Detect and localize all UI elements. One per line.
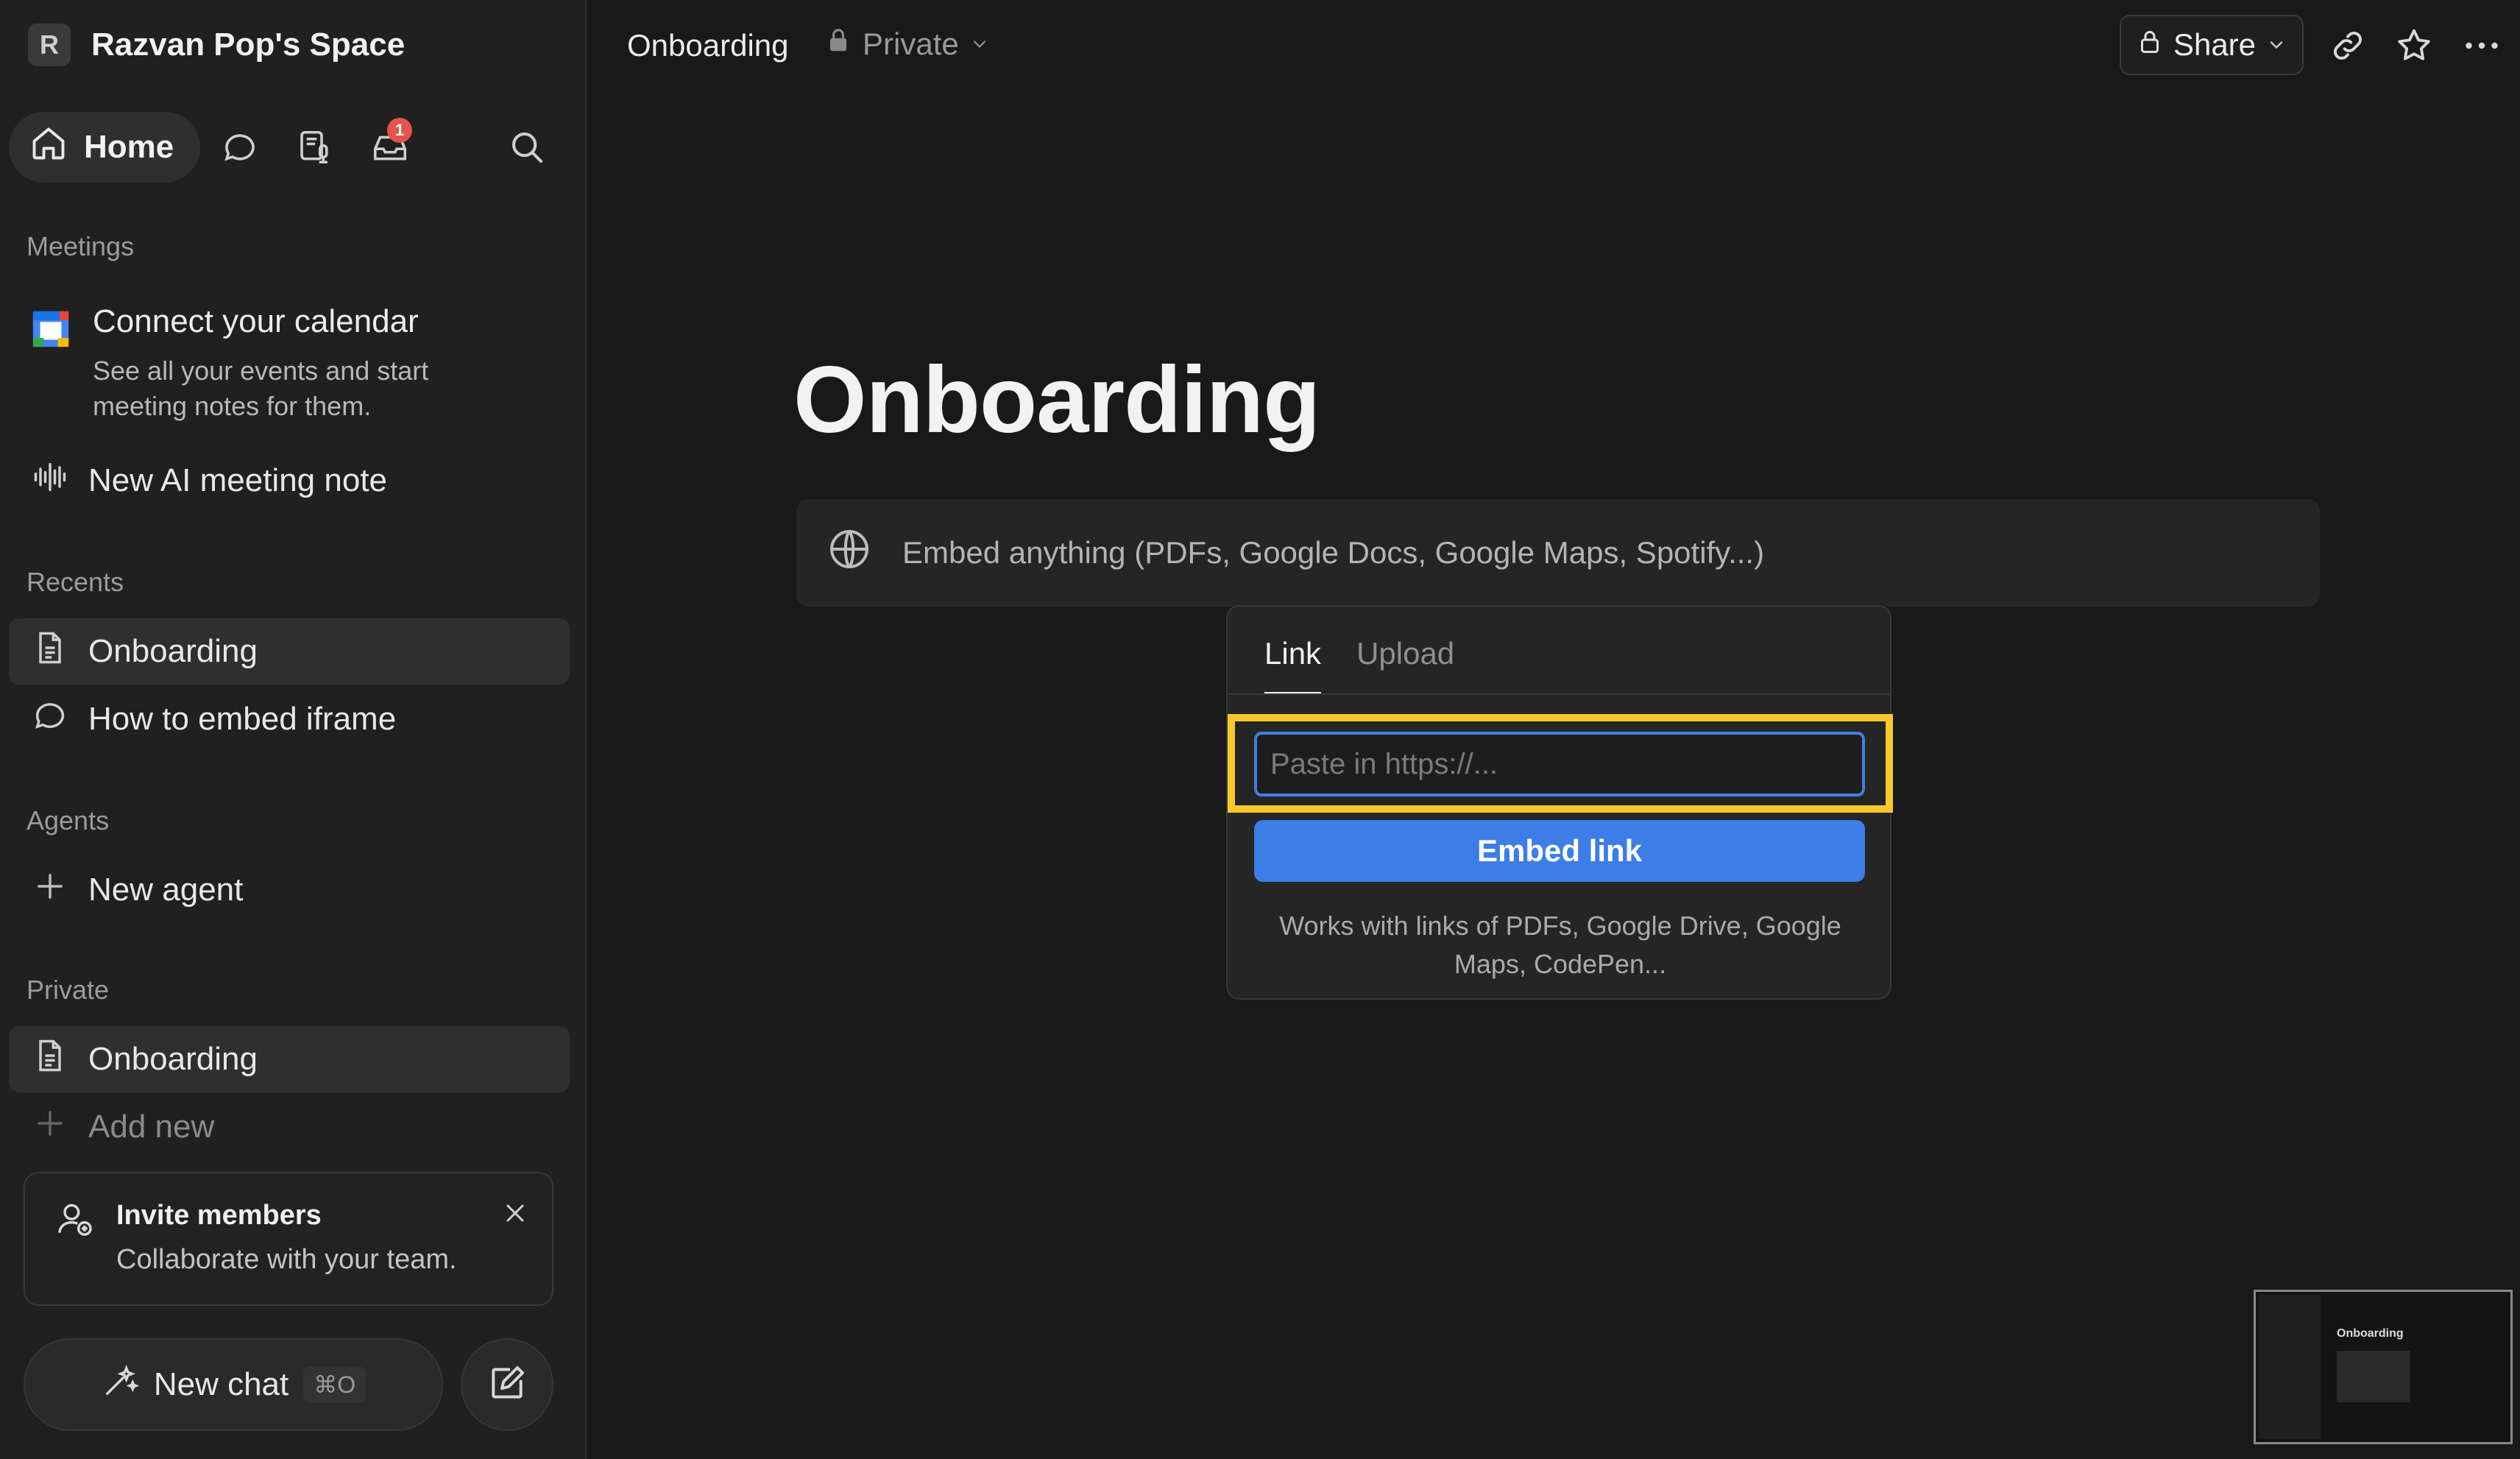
embed-block[interactable]: Embed anything (PDFs, Google Docs, Googl… <box>796 499 2320 607</box>
invite-members-card[interactable]: Invite members Collaborate with your tea… <box>24 1172 553 1306</box>
compose-button[interactable] <box>461 1338 553 1431</box>
add-user-icon <box>54 1198 96 1243</box>
new-chat-shortcut: ⌘O <box>303 1366 367 1403</box>
embed-tabs: Link Upload <box>1264 636 1454 695</box>
chevron-down-icon <box>969 27 990 62</box>
star-icon[interactable] <box>2392 24 2436 68</box>
breadcrumb-page-title[interactable]: Onboarding <box>627 28 789 63</box>
new-chat-button[interactable]: New chat ⌘O <box>24 1338 443 1431</box>
connect-calendar-title: Connect your calendar <box>93 303 419 339</box>
chat-bubble-icon <box>31 696 69 743</box>
agents-section-label: Agents <box>26 805 110 836</box>
recent-item-label: Onboarding <box>88 633 258 669</box>
chevron-down-icon <box>2266 27 2287 63</box>
share-label: Share <box>2173 27 2257 62</box>
lock-icon <box>824 27 852 62</box>
recent-item-label: How to embed iframe <box>88 701 397 737</box>
connect-calendar-description: See all your events and start meeting no… <box>93 356 429 421</box>
workspace-avatar: R <box>28 24 71 66</box>
embed-block-placeholder: Embed anything (PDFs, Google Docs, Googl… <box>902 535 1765 570</box>
embed-popup: Link Upload Embed link Works with links … <box>1226 605 1893 1000</box>
new-ai-meeting-note-label: New AI meeting note <box>88 462 388 498</box>
recent-item-how-to-embed-iframe[interactable]: How to embed iframe <box>9 686 570 752</box>
recent-item-onboarding[interactable]: Onboarding <box>9 618 570 685</box>
copy-link-icon[interactable] <box>2326 24 2370 68</box>
google-calendar-icon <box>29 308 72 354</box>
home-icon <box>29 124 68 171</box>
minimap-thumbnail[interactable]: Onboarding <box>2254 1290 2513 1444</box>
chat-icon[interactable] <box>216 124 263 171</box>
invite-members-subtitle: Collaborate with your team. <box>116 1244 457 1275</box>
page-title[interactable]: Onboarding <box>793 346 1320 454</box>
embed-hint: Works with links of PDFs, Google Drive, … <box>1279 911 1841 979</box>
embed-url-input[interactable] <box>1254 732 1865 796</box>
new-ai-meeting-note[interactable]: New AI meeting note <box>9 448 570 514</box>
recents-section-label: Recents <box>26 567 124 597</box>
more-options-icon[interactable] <box>2460 24 2504 68</box>
page-icon <box>31 1036 69 1083</box>
globe-icon <box>826 526 873 580</box>
meetings-section-label: Meetings <box>26 231 135 261</box>
page-icon <box>31 629 69 675</box>
home-label: Home <box>84 129 174 165</box>
minimap-title: Onboarding <box>2337 1327 2404 1340</box>
new-agent-button[interactable]: New agent <box>9 857 570 923</box>
invite-members-title: Invite members <box>116 1200 322 1231</box>
search-icon[interactable] <box>503 124 551 171</box>
minimap-panel <box>2337 1351 2410 1402</box>
home-button[interactable]: Home <box>9 112 200 183</box>
add-new-label: Add new <box>88 1109 215 1145</box>
new-chat-label: New chat <box>153 1366 289 1402</box>
inbox-badge: 1 <box>387 118 412 143</box>
minimap-sidebar <box>2259 1295 2321 1439</box>
privacy-label: Private <box>863 27 959 61</box>
share-button[interactable]: Share <box>2120 15 2304 75</box>
tab-link[interactable]: Link <box>1264 636 1322 695</box>
inbox-icon[interactable]: 1 <box>367 118 414 171</box>
tab-divider <box>1228 693 1890 695</box>
workspace-name: Razvan Pop's Space <box>91 27 406 63</box>
waveform-icon <box>31 458 69 504</box>
plus-icon <box>31 867 69 914</box>
embed-link-button[interactable]: Embed link <box>1254 820 1865 882</box>
privacy-dropdown[interactable]: Private <box>824 27 990 62</box>
new-agent-label: New agent <box>88 872 244 908</box>
lock-icon <box>2137 27 2163 63</box>
private-item-label: Onboarding <box>88 1041 258 1077</box>
private-item-onboarding[interactable]: Onboarding <box>9 1026 570 1092</box>
close-icon[interactable] <box>500 1198 530 1232</box>
meeting-notes-icon[interactable] <box>291 124 339 171</box>
workspace-switcher[interactable]: R Razvan Pop's Space <box>28 24 405 66</box>
top-nav: Home 1 <box>9 112 551 183</box>
tab-upload[interactable]: Upload <box>1356 636 1454 695</box>
sidebar: R Razvan Pop's Space Home 1 Meetings Con… <box>0 0 587 1459</box>
add-new-button[interactable]: Add new <box>9 1094 570 1160</box>
plus-icon <box>31 1104 69 1151</box>
private-section-label: Private <box>26 975 110 1005</box>
sparkle-pen-icon <box>101 1362 139 1408</box>
compose-icon <box>486 1363 528 1407</box>
